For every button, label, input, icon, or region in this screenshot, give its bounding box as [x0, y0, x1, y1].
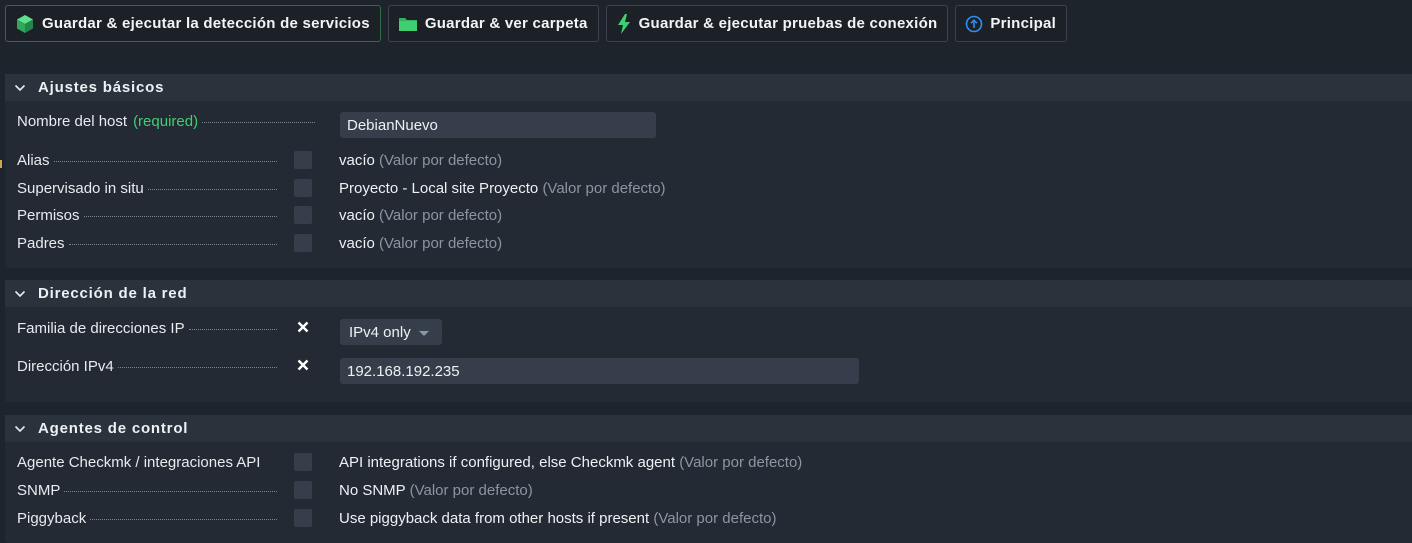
arrow-up-circle-icon [965, 15, 983, 33]
section-title: Dirección de la red [38, 285, 188, 302]
button-label: Guardar & ver carpeta [424, 15, 588, 32]
folder-icon [398, 15, 418, 33]
chevron-down-icon [14, 425, 30, 433]
permisos-label: Permisos [17, 207, 277, 224]
button-label: Principal [990, 15, 1057, 32]
checkmk-agent-label: Agente Checkmk / integraciones API [17, 453, 261, 471]
row-supervisado: Supervisado in situ Proyecto - Local sit… [5, 177, 1412, 199]
save-run-connection-tests-button[interactable]: Guardar & ejecutar pruebas de conexión [605, 5, 949, 42]
row-padres: Padres vacío (Valor por defecto) [5, 232, 1412, 254]
hostname-label: Nombre del host (required) [17, 113, 315, 130]
chevron-down-icon [14, 84, 30, 92]
required-tag: (required) [133, 112, 199, 130]
ipv4-field[interactable]: 192.168.192.235 [340, 358, 859, 384]
alias-value: vacío (Valor por defecto) [339, 151, 503, 169]
checkmk-agent-value: API integrations if configured, else Che… [339, 453, 803, 471]
button-label: Guardar & ejecutar la detección de servi… [42, 15, 370, 32]
row-ipv4: Dirección IPv4 192.168.192.235 [5, 355, 1412, 384]
chevron-down-icon [14, 290, 30, 298]
padres-checkbox[interactable] [294, 234, 312, 252]
section-header-agents[interactable]: Agentes de control [5, 415, 1412, 442]
section-title: Agentes de control [38, 420, 189, 437]
main-button[interactable]: Principal [955, 5, 1068, 42]
alias-label: Alias [17, 152, 277, 169]
alias-checkbox[interactable] [294, 151, 312, 169]
row-snmp: SNMP No SNMP (Valor por defecto) [5, 479, 1412, 501]
piggyback-value: Use piggyback data from other hosts if p… [339, 509, 777, 527]
lightning-icon [616, 13, 632, 34]
supervisado-label: Supervisado in situ [17, 180, 277, 197]
supervisado-checkbox[interactable] [294, 179, 312, 197]
ip-family-label: Familia de direcciones IP [17, 320, 277, 337]
section-monitoring-agents: Agentes de control Agente Checkmk / inte… [5, 415, 1412, 543]
section-basic-settings: Ajustes básicos Nombre del host (require… [5, 74, 1412, 268]
piggyback-label: Piggyback [17, 510, 277, 527]
toolbar: Guardar & ejecutar la detección de servi… [5, 5, 1068, 42]
row-ip-family: Familia de direcciones IP IPv4 only [5, 317, 1412, 345]
ip-family-dropdown[interactable]: IPv4 only [340, 319, 442, 345]
ip-family-checkbox[interactable] [294, 319, 312, 337]
edge-marker [0, 160, 2, 168]
ipv4-checkbox[interactable] [294, 357, 312, 375]
button-label: Guardar & ejecutar pruebas de conexión [638, 15, 938, 32]
snmp-checkbox[interactable] [294, 481, 312, 499]
row-hostname: Nombre del host (required) DebianNuevo [5, 110, 1412, 138]
close-x-icon [297, 358, 309, 375]
cube-icon [15, 14, 35, 34]
section-header-basic[interactable]: Ajustes básicos [5, 74, 1412, 101]
permisos-checkbox[interactable] [294, 206, 312, 224]
hostname-field[interactable]: DebianNuevo [340, 112, 656, 138]
supervisado-value: Proyecto - Local site Proyecto (Valor po… [339, 179, 666, 197]
ipv4-label: Dirección IPv4 [17, 358, 277, 375]
row-permisos: Permisos vacío (Valor por defecto) [5, 204, 1412, 226]
row-checkmk-agent: Agente Checkmk / integraciones API API i… [5, 451, 1412, 473]
section-network-address: Dirección de la red Familia de direccion… [5, 280, 1412, 402]
snmp-label: SNMP [17, 482, 277, 499]
caret-down-icon [418, 330, 429, 336]
save-run-service-discovery-button[interactable]: Guardar & ejecutar la detección de servi… [5, 5, 381, 42]
piggyback-checkbox[interactable] [294, 509, 312, 527]
section-title: Ajustes básicos [38, 79, 165, 96]
section-header-network[interactable]: Dirección de la red [5, 280, 1412, 307]
row-alias: Alias vacío (Valor por defecto) [5, 149, 1412, 171]
padres-value: vacío (Valor por defecto) [339, 234, 503, 252]
row-piggyback: Piggyback Use piggyback data from other … [5, 507, 1412, 529]
snmp-value: No SNMP (Valor por defecto) [339, 481, 533, 499]
checkmk-agent-checkbox[interactable] [294, 453, 312, 471]
close-x-icon [297, 320, 309, 337]
save-view-folder-button[interactable]: Guardar & ver carpeta [387, 5, 599, 42]
permisos-value: vacío (Valor por defecto) [339, 206, 503, 224]
padres-label: Padres [17, 235, 277, 252]
